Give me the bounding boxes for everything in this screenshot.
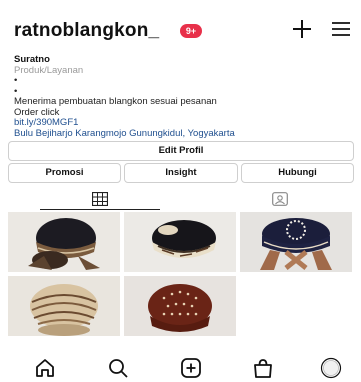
blangkon-photo [124, 276, 236, 336]
insight-button[interactable]: Insight [124, 163, 238, 183]
posts-grid [8, 212, 354, 340]
profile-action-row: Promosi Insight Hubungi [8, 163, 354, 183]
blangkon-photo [8, 212, 120, 272]
bio-link[interactable]: bit.ly/390MGF1 [14, 117, 354, 129]
profile-header: ratnoblangkon_ 9+ [0, 0, 361, 58]
home-icon[interactable] [34, 357, 56, 379]
plus-icon[interactable] [290, 17, 314, 41]
post-thumbnail[interactable] [124, 276, 236, 336]
profile-icon[interactable] [320, 357, 342, 379]
menu-icon[interactable] [331, 20, 351, 38]
post-thumbnail[interactable] [8, 212, 120, 272]
profile-name: Suratno [14, 54, 50, 65]
promosi-button[interactable]: Promosi [8, 163, 121, 183]
post-thumbnail[interactable] [124, 212, 236, 272]
tab-posts-grid[interactable] [40, 188, 160, 210]
blangkon-photo [240, 212, 352, 272]
hubungi-button[interactable]: Hubungi [241, 163, 354, 183]
grid-icon [92, 192, 108, 206]
blangkon-photo [8, 276, 120, 336]
tab-tagged[interactable] [220, 188, 340, 210]
profile-tabs [0, 188, 361, 210]
post-thumbnail[interactable] [240, 212, 352, 272]
tagged-icon [272, 192, 288, 206]
bio-description: Menerima pembuatan blangkon sesuai pesan… [14, 96, 217, 107]
add-post-icon[interactable] [180, 357, 202, 379]
notification-badge[interactable]: 9+ [180, 24, 202, 38]
search-icon[interactable] [107, 357, 129, 379]
bottom-nav [0, 350, 361, 382]
profile-category: Produk/Layanan [14, 64, 84, 76]
blangkon-photo [124, 212, 236, 272]
profile-bio: Suratno Produk/Layanan • • Menerima pemb… [14, 54, 354, 140]
bio-dot-line: • [14, 75, 18, 86]
profile-username[interactable]: ratnoblangkon_ [14, 20, 159, 42]
bio-location[interactable]: Bulu Bejiharjo Karangmojo Gunungkidul, Y… [14, 128, 354, 140]
edit-profile-button[interactable]: Edit Profil [8, 141, 354, 161]
shop-icon[interactable] [252, 357, 274, 379]
post-thumbnail[interactable] [8, 276, 120, 336]
